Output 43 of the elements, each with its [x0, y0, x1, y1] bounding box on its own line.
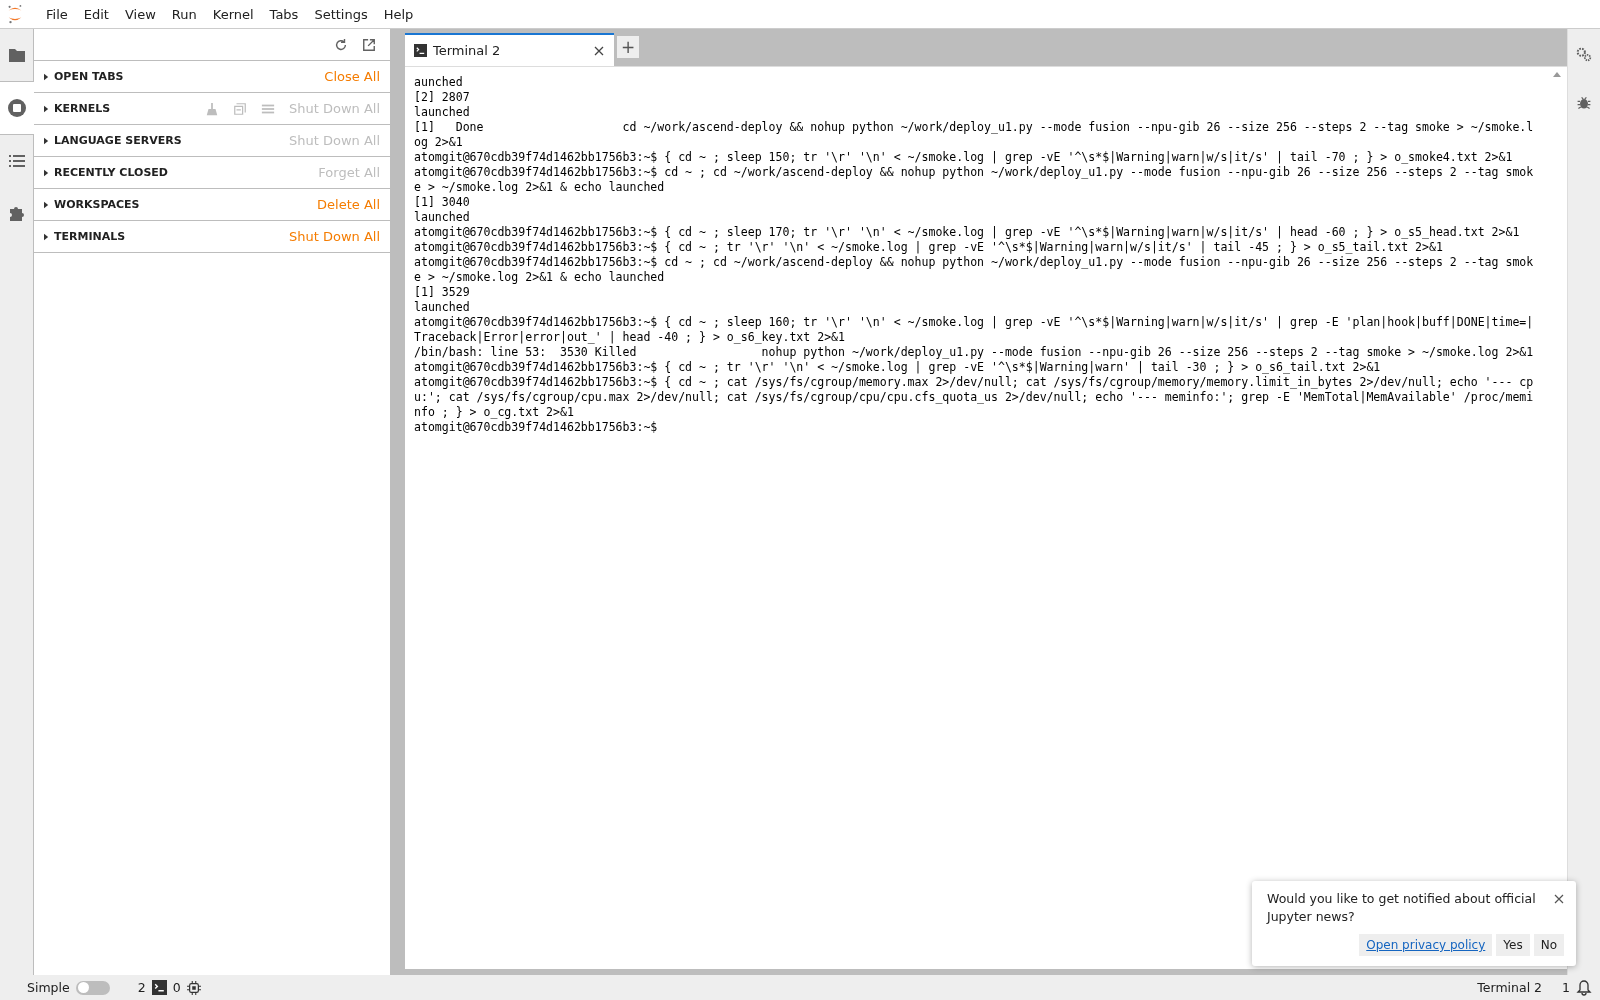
- privacy-policy-link[interactable]: Open privacy policy: [1359, 934, 1493, 956]
- kernel-count[interactable]: 0: [172, 980, 181, 995]
- terminal-icon: [414, 44, 427, 57]
- terminal-icon[interactable]: [151, 980, 167, 995]
- terminal-output: aunched [2] 2807 launched [1] Done cd ~/work/ascend-deploy && nohup python ~/work/deploy_u1.py --mode fusion --npu-gib 26 --size 256 --steps 2 --tag smoke > ~/smoke.l og 2>&1 atomgit@670cdb39f74d1462bb1756b3:~$ { cd ~ ; sleep 150; tr '\r' '\n' < ~/smoke.log | grep -vE '^\s*$|Warning|warn|w/s|it/s' | tail -70 ; } > o_smoke4.txt 2>&1 atomgit@670cdb39f74d1462bb1756b3:~$ cd ~ ; cd ~/work/ascend-deploy && nohup python ~/work/deploy_u1.py --mode fusion --npu-gib 26 --size 256 --steps 2 --tag smok e > ~/smoke.log 2>&1 & echo launched [1] 3040 launched atomgit@670cdb39f74d1462bb1756b3:~$ { cd ~ ; sleep 170; tr '\r' '\n' < ~/smoke.log | grep -vE '^\s*$|Warning|warn|w/s|it/s' | head -60 ; } > o_s5_head.txt 2>&1 atomgit@670cdb39f74d1462bb1756b3:~$ { cd ~ ; tr '\r' '\n' < ~/smoke.log | grep -vE '^\s*$|Warning|warn|w/s|it/s' | tail -45 ; } > o_s5_tail.txt 2>&1 atomgit@670cdb39f74d1462bb1756b3:~$ cd ~ ; cd ~/work/ascend-deploy && nohup python ~/work/deploy_u1.py --mode fusion --npu-gib 26 --size 256 --steps 2 --tag smok e > ~/smoke.log 2>&1 & echo launched [1] 3529 launched atomgit@670cdb39f74d1462bb1756b3:~$ { cd ~ ; sleep 160; tr '\r' '\n' < ~/smoke.log | grep -vE '^\s*$|Warning|warn|w/s|it/s' | grep -E 'plan|hook|buff|DONE|time=| Traceback|Error|error|out_' | head -40 ; } > o_s6_key.txt 2>&1 /bin/bash: line 53: 3530 Killed nohup python ~/work/deploy_u1.py --mode fusion --npu-gib 26 --size 256 --steps 2 --tag smoke > ~/smoke.log 2>&1 atomgit@670cdb39f74d1462bb1756b3:~$ { cd ~ ; tr '\r' '\n' < ~/smoke.log | grep -vE '^\s*$|Warning|warn' | tail -30 ; } > o_s6_tail.txt 2>&1 atomgit@670cdb39f74d1462bb1756b3:~$ { cd ~ ; cat /sys/fs/cgroup/memory.max 2>/dev/null; cat /sys/fs/cgroup/memory/memory.limit_in_bytes 2>/dev/null; echo '--- cp u:'; cat /sys/fs/cgroup/cpu.max 2>/dev/null; cat /sys/fs/cgroup/cpu/cpu.cfs_quota_us 2>/dev/null; echo '--- meminfo:'; grep -E 'MemTotal|MemAvailable' /proc/memi nfo ; } > o_cg.txt 2>&1 atomgit@670cdb39f74d1462bb1756b3:~$: [413, 74, 1534, 435]
- menu-item[interactable]: View: [116, 6, 164, 22]
- caret-icon[interactable]: [44, 200, 49, 209]
- simple-mode-toggle[interactable]: [75, 980, 110, 995]
- caret-icon[interactable]: [44, 136, 49, 145]
- caret-icon[interactable]: [44, 104, 49, 113]
- bell-icon[interactable]: [1576, 979, 1592, 996]
- menu-item[interactable]: Run: [163, 6, 205, 22]
- terminal-tab[interactable]: Terminal 2: [405, 33, 614, 66]
- menu-item[interactable]: Edit: [75, 6, 117, 22]
- gears-icon[interactable]: [1575, 45, 1593, 63]
- notification-message: Would you like to get notified about official Jupyter news?: [1267, 890, 1537, 926]
- open-external-icon[interactable]: [362, 37, 376, 52]
- menu-item[interactable]: Kernel: [204, 6, 262, 22]
- simple-mode-label: Simple: [27, 980, 70, 995]
- close-icon[interactable]: [1554, 894, 1564, 904]
- caret-icon[interactable]: [44, 168, 49, 177]
- terminal-count[interactable]: 2: [137, 980, 146, 995]
- close-icon[interactable]: [594, 45, 604, 56]
- menu-item[interactable]: Help: [375, 6, 422, 22]
- bug-icon[interactable]: [1576, 95, 1592, 111]
- refresh-icon[interactable]: [334, 37, 348, 52]
- menu-item[interactable]: Tabs: [261, 6, 307, 22]
- section-title[interactable]: WORKSPACES: [54, 198, 140, 211]
- caret-icon[interactable]: [44, 72, 49, 81]
- notification-count[interactable]: 1: [1562, 980, 1570, 995]
- current-activity: Terminal 2: [1477, 980, 1543, 995]
- notification-button[interactable]: Yes: [1496, 934, 1530, 956]
- menu-item[interactable]: Settings: [306, 6, 376, 22]
- section-title[interactable]: OPEN TABS: [54, 70, 124, 83]
- caret-icon[interactable]: [44, 232, 49, 241]
- scroll-up-icon[interactable]: [1553, 72, 1561, 77]
- chip-icon[interactable]: [186, 980, 201, 995]
- tab-label[interactable]: Terminal 2: [433, 43, 588, 58]
- notification-button[interactable]: No: [1533, 934, 1564, 956]
- section-title[interactable]: TERMINALS: [54, 230, 126, 243]
- jupyter-logo-icon: [6, 3, 24, 25]
- new-tab-button[interactable]: +: [616, 35, 640, 59]
- menu-item[interactable]: File: [38, 6, 76, 22]
